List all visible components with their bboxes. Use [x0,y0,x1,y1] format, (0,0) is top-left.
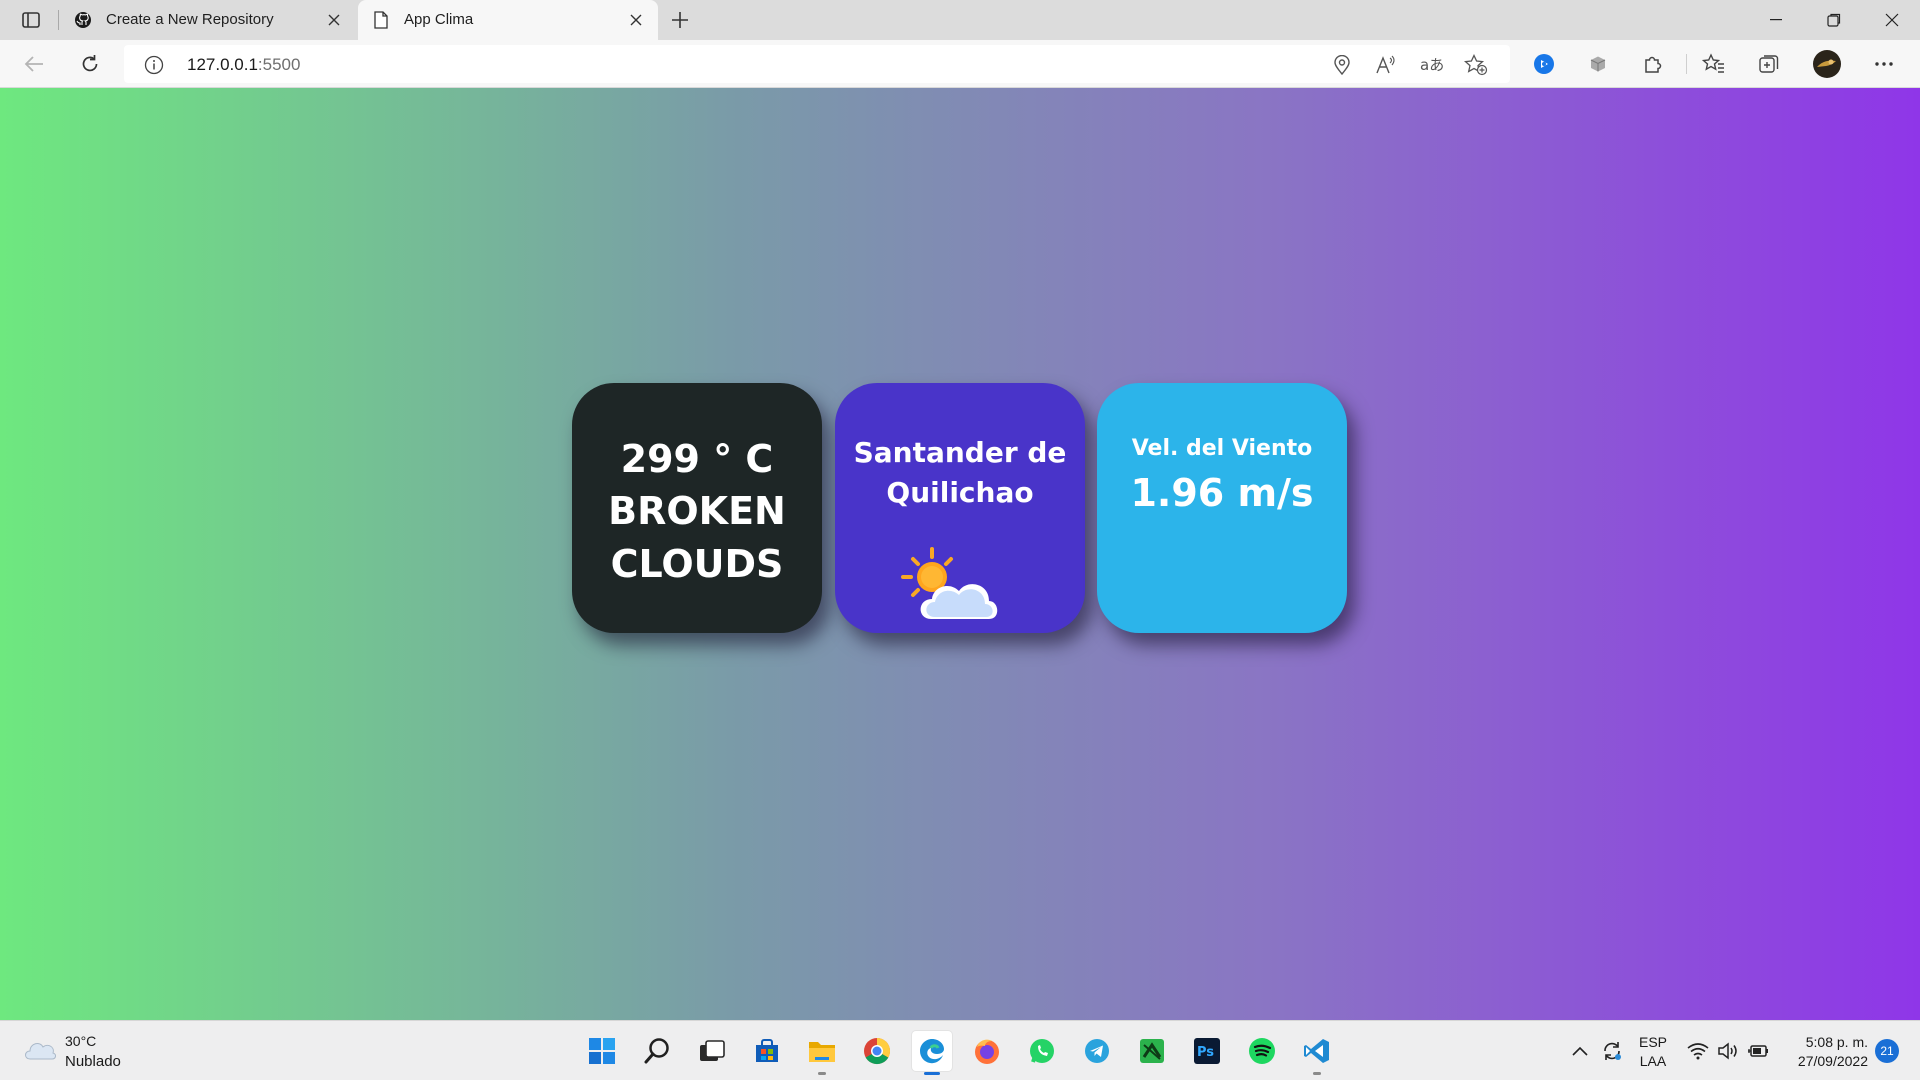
running-indicator [924,1072,940,1075]
url-host: 127.0.0.1 [187,55,258,74]
wind-card: Vel. del Viento 1.96 m/s [1097,383,1347,633]
file-explorer-icon[interactable] [802,1031,842,1075]
spotify-icon[interactable] [1242,1031,1282,1071]
telegram-icon[interactable] [1077,1031,1117,1071]
collections-icon[interactable] [1753,48,1785,80]
close-window-button[interactable] [1864,0,1920,40]
tab-title: Create a New Repository [106,11,274,28]
wifi-icon[interactable] [1686,1039,1710,1063]
tab-app-clima[interactable]: App Clima [358,0,658,40]
taskbar-weather-temp[interactable]: 30°C [65,1033,96,1049]
read-aloud-icon[interactable] [1374,53,1398,77]
weather-app-page: 299 ° C BROKEN CLOUDS Santander de Quili… [0,88,1920,1020]
profile-avatar[interactable] [1811,48,1843,80]
microsoft-store-icon[interactable] [747,1031,787,1071]
close-icon[interactable] [626,10,646,30]
close-icon[interactable] [324,10,344,30]
tab-actions-icon[interactable] [14,8,48,32]
keyboard-layout: LAA [1639,1053,1667,1069]
volume-icon[interactable] [1716,1039,1740,1063]
wind-label: Vel. del Viento [1131,436,1313,461]
favorites-icon[interactable] [1698,48,1730,80]
city-name: Santander de Quilichao [853,436,1067,509]
weather-condition-line2: CLOUDS [610,542,784,586]
chevron-up-icon[interactable] [1568,1039,1592,1063]
weather-condition-line1: BROKEN [608,489,786,533]
edge-icon[interactable] [912,1031,952,1075]
photoshop-icon[interactable]: Ps [1187,1031,1227,1071]
partly-cloudy-icon [895,543,1015,625]
wind-speed-value: 1.96 m/s [1130,471,1314,515]
svg-text:Ps: Ps [1197,1045,1214,1060]
tab-strip: Create a New Repository App Clima [0,0,1920,40]
page-icon [372,11,390,29]
search-icon[interactable] [637,1031,677,1071]
refresh-button[interactable] [74,48,106,80]
browser-toolbar: 127.0.0.1:5500 aあ [0,40,1920,88]
taskbar-weather-desc[interactable]: Nublado [65,1053,121,1070]
toolbar-divider [1686,54,1687,74]
tab-separator [58,10,59,30]
url-text[interactable]: 127.0.0.1:5500 [187,55,300,75]
github-icon [74,11,92,29]
language-code: ESP [1638,1034,1667,1050]
extension-blue-icon[interactable] [1528,48,1560,80]
green-app-icon[interactable] [1132,1031,1172,1071]
language-indicator[interactable]: ESP LAA [1638,1033,1668,1071]
temperature-value: 299 ° C [620,437,774,481]
restore-button[interactable] [1806,0,1862,40]
windows-start-icon[interactable] [582,1031,622,1071]
running-indicator [818,1072,826,1075]
sync-icon[interactable] [1600,1039,1624,1063]
extension-cube-icon[interactable] [1582,48,1614,80]
cloud-weather-icon[interactable] [22,1035,56,1063]
translate-icon[interactable]: aあ [1420,53,1444,77]
tab-title: App Clima [404,11,474,28]
clock[interactable]: 5:08 p. m. 27/09/2022 [1782,1033,1868,1071]
location-icon[interactable] [1330,53,1354,77]
clock-time: 5:08 p. m. [1805,1034,1868,1050]
back-button[interactable] [18,48,50,80]
add-favorite-icon[interactable] [1464,53,1488,77]
task-view-icon[interactable] [692,1031,732,1071]
battery-icon[interactable] [1746,1039,1770,1063]
vscode-icon[interactable] [1297,1031,1337,1075]
new-tab-button[interactable] [668,8,692,32]
temperature-card: 299 ° C BROKEN CLOUDS [572,383,822,633]
svg-text:aあ: aあ [1420,56,1444,74]
tab-create-repository[interactable]: Create a New Repository [60,0,356,40]
taskbar: 30°C Nublado Ps ESP LAA 5:08 p. m. 27/09… [0,1020,1920,1080]
minimize-button[interactable] [1748,0,1804,40]
more-menu-button[interactable] [1868,48,1900,80]
clock-date: 27/09/2022 [1797,1053,1868,1069]
chrome-icon[interactable] [857,1031,897,1071]
extensions-puzzle-icon[interactable] [1636,48,1668,80]
address-bar[interactable]: 127.0.0.1:5500 aあ [124,45,1510,83]
url-port: :5500 [257,55,301,74]
site-info-icon[interactable] [144,55,164,75]
running-indicator [1313,1072,1321,1075]
notification-badge[interactable]: 21 [1875,1039,1899,1063]
firefox-icon[interactable] [967,1031,1007,1071]
whatsapp-icon[interactable] [1022,1031,1062,1071]
city-card: Santander de Quilichao [835,383,1085,633]
